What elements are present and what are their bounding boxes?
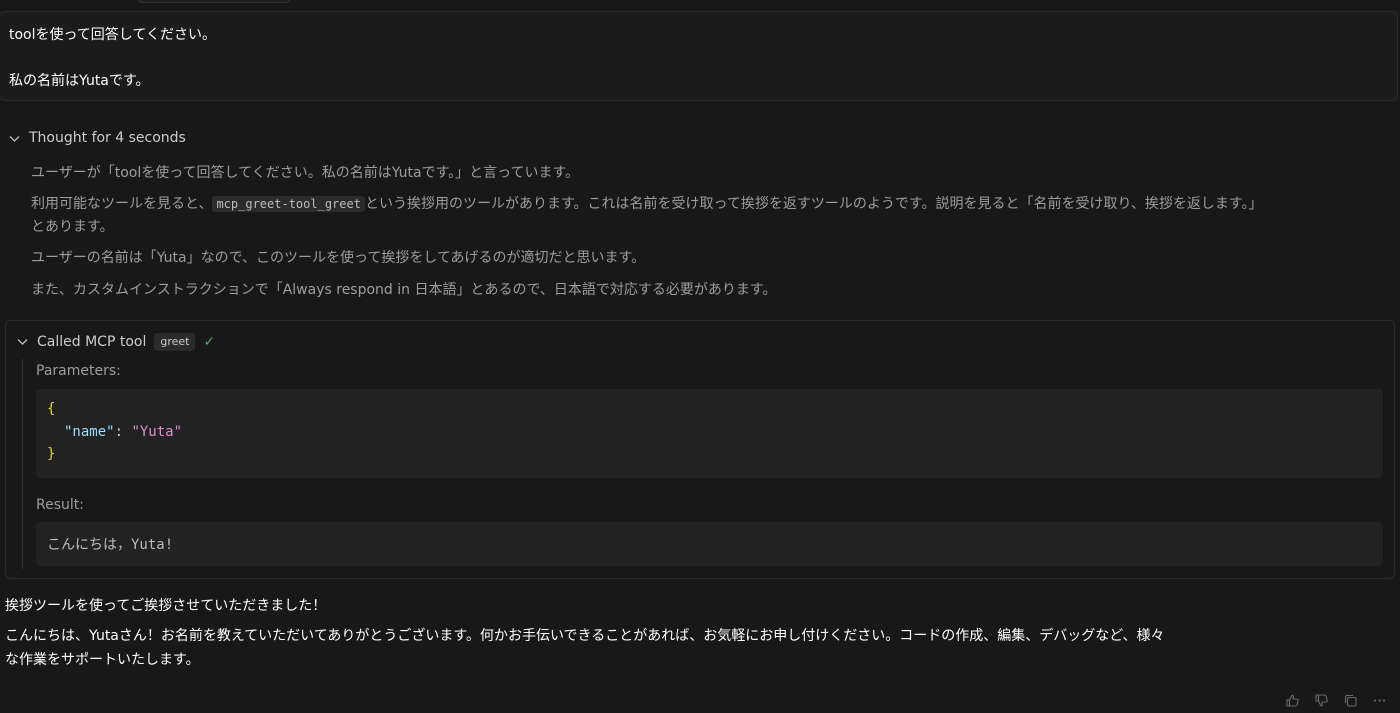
- mcp-tool-card: Called MCP tool greet ✓ Parameters: { "n…: [5, 320, 1395, 579]
- json-key: "name": [64, 424, 115, 440]
- parameters-code-block[interactable]: { "name": "Yuta" }: [36, 389, 1383, 478]
- code-line: {: [47, 401, 55, 417]
- thought-text: とあります。: [31, 219, 114, 235]
- inline-code: mcp_greet-tool_greet: [212, 196, 365, 212]
- tool-call-title: Called MCP tool: [37, 334, 147, 350]
- result-text: こんにちは，Yuta!: [47, 537, 174, 553]
- parameters-label: Parameters:: [36, 363, 121, 379]
- thought-text: 利用可能なツールを見ると、 mcp_greet-tool_greet という挨拶用の…: [31, 193, 1263, 213]
- assistant-reply-line: こんにちは、Yutaさん！お名前を教えていただいてありがとうございます。何かお手…: [5, 628, 1165, 644]
- thumbs-down-icon[interactable]: [1313, 692, 1330, 709]
- user-message[interactable]: toolを使って回答してください。 私の名前はYutaです。: [0, 11, 1398, 101]
- tool-detail-rail: [22, 359, 23, 569]
- previous-element-edge: [138, 0, 290, 3]
- thumbs-up-icon[interactable]: [1284, 692, 1301, 709]
- user-message-line: toolを使って回答してください。: [9, 27, 216, 43]
- message-actions: [1284, 692, 1388, 709]
- chat-panel: toolを使って回答してください。 私の名前はYutaです。 Thought f…: [0, 0, 1400, 713]
- chevron-down-icon: [16, 333, 29, 352]
- thought-text: ユーザーが「toolを使って回答してください。私の名前はYutaです。」と言って…: [31, 165, 580, 181]
- json-string: "Yuta": [131, 424, 183, 440]
- thought-toggle[interactable]: Thought for 4 seconds: [8, 128, 186, 148]
- thought-title: Thought for 4 seconds: [29, 130, 186, 146]
- tool-call-toggle[interactable]: Called MCP tool greet ✓: [16, 331, 215, 353]
- thought-text: また、カスタムインストラクションで「Always respond in 日本語」…: [31, 282, 777, 298]
- code-line: }: [47, 446, 55, 462]
- result-label: Result:: [36, 497, 84, 513]
- thought-text: ユーザーの名前は「Yuta」なので、このツールを使って挨拶をしてあげるのが適切だ…: [31, 250, 646, 266]
- thought-text-segment: 利用可能なツールを見ると、: [31, 196, 213, 212]
- user-message-line: 私の名前はYutaです。: [9, 73, 150, 89]
- json-brace: }: [47, 446, 56, 462]
- json-brace: {: [47, 401, 56, 417]
- result-block[interactable]: こんにちは，Yuta!: [36, 522, 1383, 566]
- assistant-reply-line: 挨拶ツールを使ってご挨拶させていただきました！: [5, 598, 327, 614]
- thought-text-segment: という挨拶用のツールがあります。これは名前を受け取って挨拶を返すツールのようです…: [364, 196, 1263, 212]
- check-icon: ✓: [203, 334, 216, 350]
- copy-icon[interactable]: [1342, 692, 1359, 709]
- tool-name-badge: greet: [154, 333, 196, 351]
- assistant-reply-line: な作業をサポートいたします。: [5, 652, 200, 668]
- chevron-down-icon: [8, 132, 21, 145]
- more-icon[interactable]: [1371, 692, 1388, 709]
- json-colon: :: [114, 424, 132, 440]
- code-line: "name": "Yuta": [64, 424, 182, 440]
